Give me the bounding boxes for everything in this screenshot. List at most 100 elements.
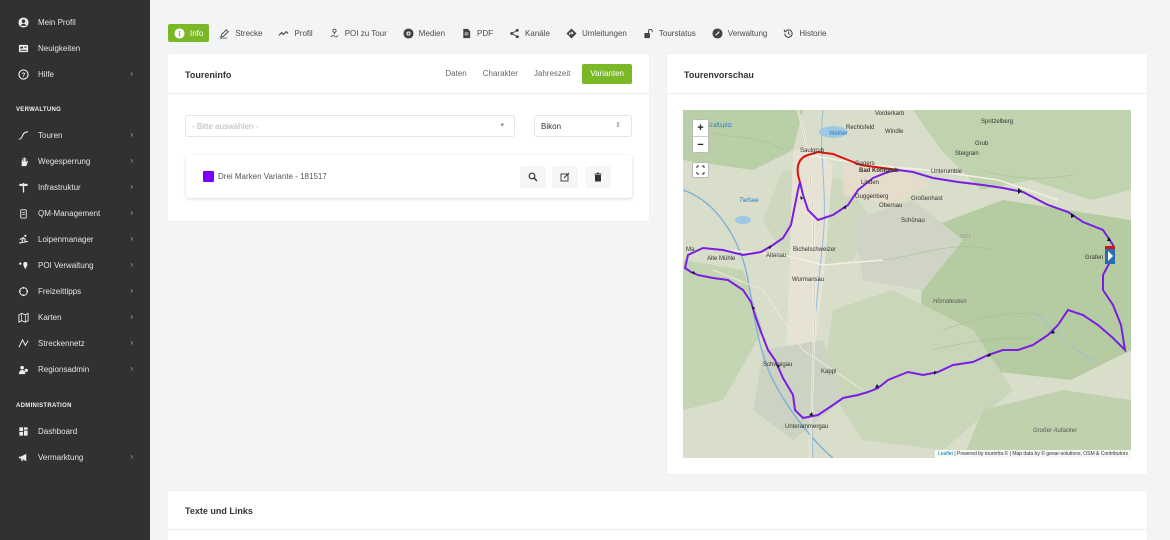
map-label: Wurmansau <box>792 277 825 283</box>
profile-line-icon <box>278 30 289 36</box>
subtab-jahreszeit[interactable]: Jahreszeit <box>526 64 578 84</box>
type-select-value: Bikon <box>541 121 562 131</box>
zoom-out-button[interactable]: − <box>693 136 708 152</box>
subtab-varianten[interactable]: Varianten <box>582 64 632 84</box>
search-icon <box>528 172 538 182</box>
chevron-right-icon: › <box>130 234 133 243</box>
sidebar-item-label: Wegesperrung <box>38 156 91 166</box>
sidebar-item-regionsadmin[interactable]: Regionsadmin › <box>0 359 150 379</box>
subtab-daten[interactable]: Daten <box>437 64 474 84</box>
tab-poi-zu-tour[interactable]: POI zu Tour <box>323 24 393 42</box>
sidebar-item-poi-verwaltung[interactable]: POI Verwaltung › <box>0 255 150 275</box>
type-select[interactable]: Bikon ⇕ <box>534 115 632 137</box>
tab-label: Tourstatus <box>658 28 696 38</box>
sidebar-item-karten[interactable]: Karten › <box>0 307 150 327</box>
map-label: Gagers <box>855 161 875 167</box>
map-label: Spritzelberg <box>981 119 1014 125</box>
chevron-right-icon: › <box>130 156 133 165</box>
diamond-arrow-icon <box>566 27 577 39</box>
map-label: Unterumble <box>931 169 963 175</box>
lock-open-icon <box>644 28 653 38</box>
subtab-charakter[interactable]: Charakter <box>475 64 526 84</box>
variant-zoom-button[interactable] <box>520 166 546 188</box>
tour-tab-bar: Info Strecke Profil POI zu Tour Medien P… <box>168 23 837 43</box>
info-icon <box>174 27 185 39</box>
tab-strecke[interactable]: Strecke <box>213 24 268 42</box>
pen-icon <box>220 28 230 38</box>
tab-profil[interactable]: Profil <box>272 24 318 42</box>
signpost-icon <box>16 181 30 193</box>
map-label: Steigrain <box>955 151 979 157</box>
route-map[interactable]: Vorderkarb Spritzelberg Rechtsfeld Windl… <box>683 110 1131 458</box>
map-label: Schwaigau <box>763 362 793 368</box>
sidebar-item-streckennetz[interactable]: Streckennetz › <box>0 333 150 353</box>
tab-label: Strecke <box>235 28 263 38</box>
svg-text:?: ? <box>21 71 25 78</box>
sidebar-item-infrastruktur[interactable]: Infrastruktur › <box>0 177 150 197</box>
leaflet-link[interactable]: Leaflet <box>938 451 953 457</box>
tab-kanaele[interactable]: Kanäle <box>503 24 556 42</box>
map-label: Bichelschweizer <box>793 247 837 253</box>
clipboard-icon <box>16 207 30 219</box>
sidebar-item-qm-management[interactable]: QM-Management › <box>0 203 150 223</box>
sidebar-item-neuigkeiten[interactable]: Neuigkeiten <box>0 38 150 58</box>
map-label: 0001 <box>960 234 972 240</box>
sparkle-icon <box>16 285 30 297</box>
tab-tourstatus[interactable]: Tourstatus <box>637 24 702 42</box>
sidebar-item-label: POI Verwaltung <box>38 260 94 270</box>
tab-historie[interactable]: Historie <box>777 24 832 42</box>
tourenvorschau-title: Tourenvorschau <box>684 70 754 80</box>
toureninfo-title: Toureninfo <box>185 70 232 80</box>
map-label: Saulgrub <box>800 148 825 154</box>
fullscreen-icon <box>696 165 705 175</box>
sidebar-item-label: Hilfe <box>38 69 55 79</box>
sidebar-item-label: QM-Management <box>38 208 101 218</box>
map-attribution: Leaflet | Powered by tourinfra © | Map d… <box>934 450 1131 458</box>
sidebar-item-label: Dashboard <box>38 426 78 436</box>
sidebar-item-label: Streckennetz <box>38 338 85 348</box>
sidebar-item-wegesperrung[interactable]: Wegesperrung › <box>0 151 150 171</box>
camera-icon <box>403 27 414 39</box>
sidebar-item-label: Infrastruktur <box>38 182 81 192</box>
map-zoom-control: + − <box>692 119 709 153</box>
divider <box>667 93 1147 94</box>
sidebar-section-administration: ADMINISTRATION <box>16 403 72 409</box>
sidebar-item-vermarktung[interactable]: Vermarktung › <box>0 447 150 467</box>
zoom-in-button[interactable]: + <box>693 120 708 136</box>
map-label: Tiefsee <box>739 198 759 204</box>
sidebar-item-mein-profil[interactable]: Mein Profil <box>0 12 150 32</box>
sidebar-item-touren[interactable]: Touren › <box>0 125 150 145</box>
attribution-text: | Powered by tourinfra © | Map data by ©… <box>952 451 1128 457</box>
pdf-icon <box>463 28 471 38</box>
sidebar-item-loipenmanager[interactable]: Loipenmanager › <box>0 229 150 249</box>
poi-route-icon <box>330 28 339 37</box>
texte-und-links-card: Texte und Links <box>168 491 1147 540</box>
settings-circle-icon <box>712 27 723 39</box>
sidebar-item-dashboard[interactable]: Dashboard <box>0 421 150 441</box>
chevron-right-icon: › <box>130 69 133 78</box>
tab-umleitungen[interactable]: Umleitungen <box>560 24 633 42</box>
map-label: Hörndlestein <box>933 299 967 305</box>
tab-pdf[interactable]: PDF <box>455 24 499 42</box>
user-icon <box>16 16 30 28</box>
map-label: Großer Aufacker <box>1033 428 1078 434</box>
variant-delete-button[interactable] <box>585 166 611 188</box>
tab-info[interactable]: Info <box>168 24 210 42</box>
fullscreen-button[interactable] <box>692 162 709 178</box>
divider <box>168 93 649 94</box>
sidebar-item-freizeittipps[interactable]: Freizeittipps › <box>0 281 150 301</box>
map-label: Alte Mühle <box>707 256 736 262</box>
chevron-right-icon: › <box>130 260 133 269</box>
map-label: Rechtsfeld <box>846 125 875 131</box>
sidebar-item-label: Loipenmanager <box>38 234 94 244</box>
variant-select[interactable]: - Bitte auswählen - ▾ <box>185 115 515 137</box>
tab-medien[interactable]: Medien <box>397 24 451 42</box>
sidebar-item-hilfe[interactable]: ? Hilfe › <box>0 64 150 84</box>
tab-verwaltung[interactable]: Verwaltung <box>706 24 774 42</box>
sidebar-item-top-partial[interactable] <box>0 0 150 4</box>
news-icon <box>16 42 30 54</box>
variant-edit-button[interactable] <box>552 166 578 188</box>
divider <box>168 529 1147 530</box>
admin-icon <box>16 363 30 375</box>
share-icon <box>510 28 519 38</box>
